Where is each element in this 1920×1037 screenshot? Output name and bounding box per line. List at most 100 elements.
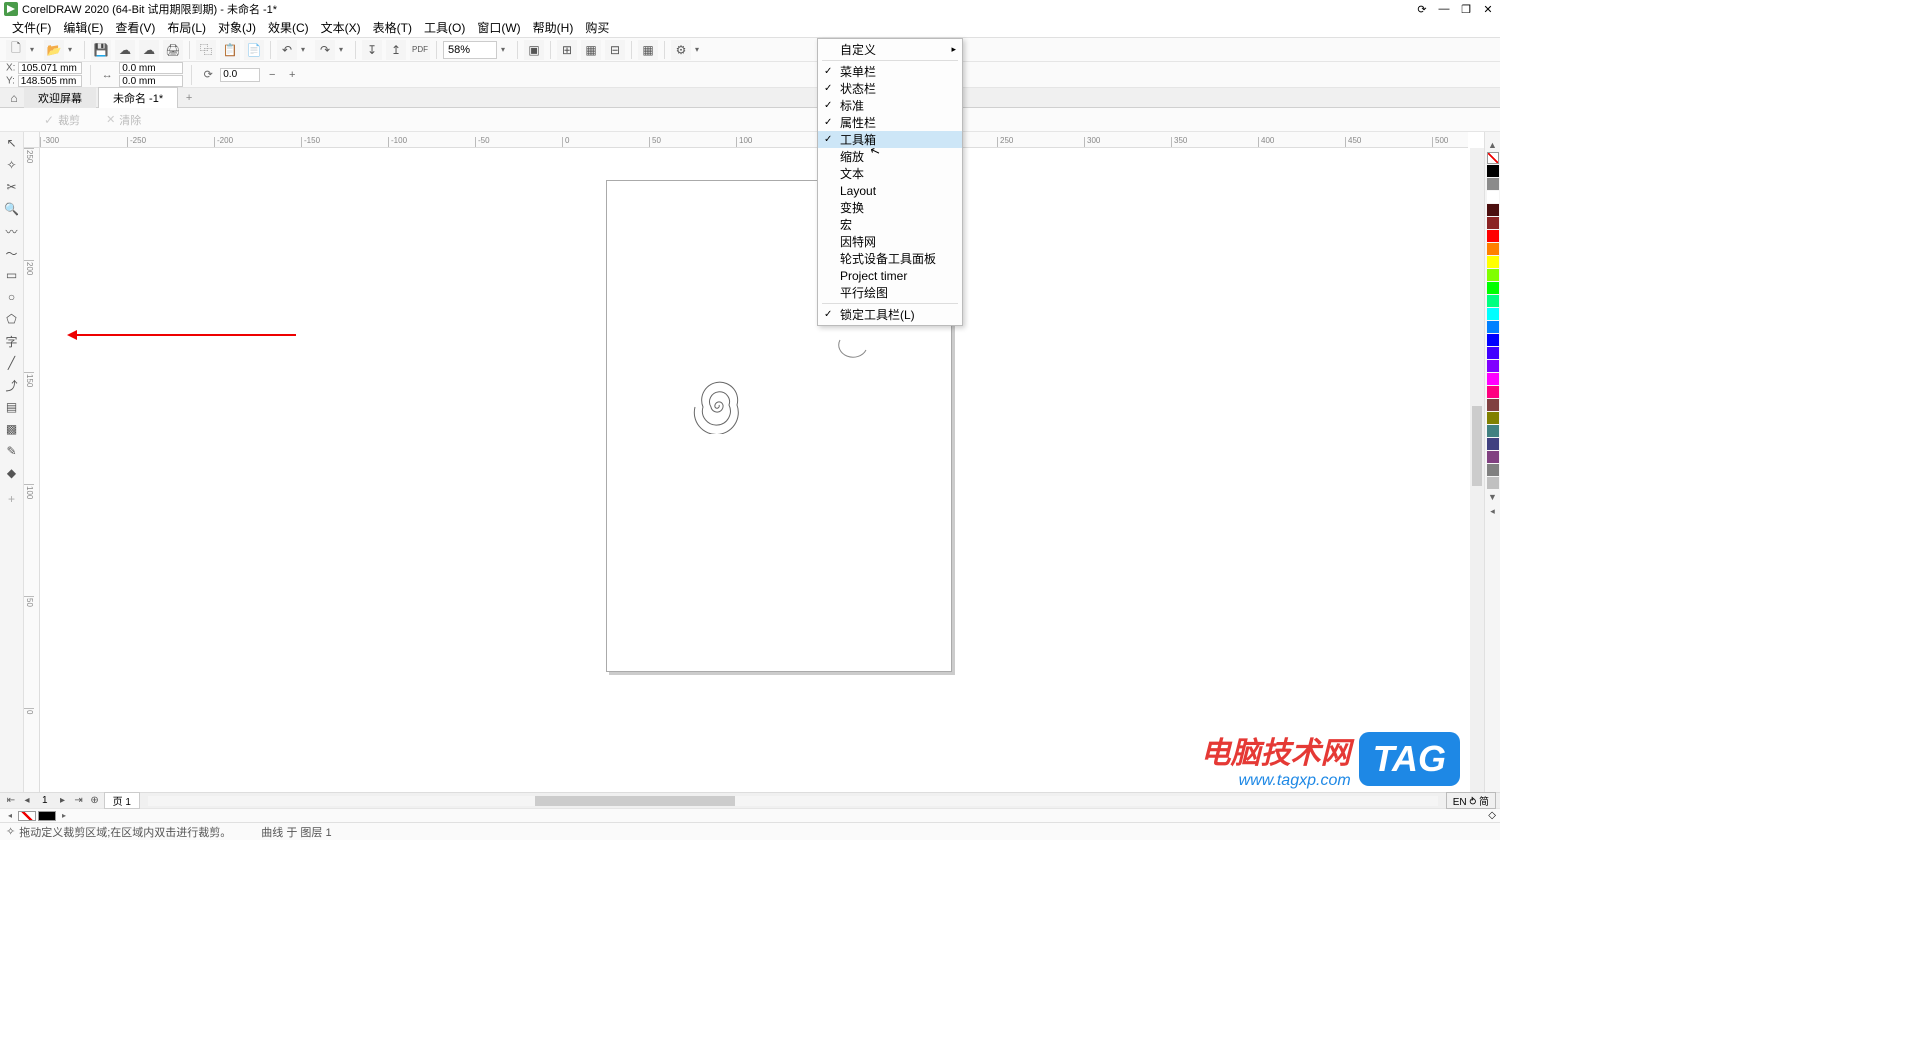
undo-dropdown[interactable]: ▾ bbox=[301, 45, 311, 54]
eyedropper-tool[interactable]: ✎ bbox=[3, 442, 21, 460]
save-button[interactable]: 💾 bbox=[91, 40, 111, 60]
menu-item-Project timer[interactable]: Project timer bbox=[818, 267, 962, 284]
prev-page-button[interactable]: ◂ bbox=[20, 795, 34, 806]
color-swatch[interactable] bbox=[1487, 464, 1499, 476]
menu-编辑E[interactable]: 编辑(E) bbox=[57, 19, 109, 36]
guides-button[interactable]: ⊟ bbox=[605, 40, 625, 60]
menu-表格T[interactable]: 表格(T) bbox=[367, 19, 418, 36]
menu-item-平行绘图[interactable]: 平行绘图 bbox=[818, 284, 962, 301]
redo-button[interactable]: ↷ bbox=[315, 40, 335, 60]
language-selector[interactable]: EN ⥁ 简 bbox=[1446, 792, 1496, 809]
scrollbar-horizontal[interactable] bbox=[148, 796, 1438, 806]
color-swatch[interactable] bbox=[1487, 165, 1499, 177]
menu-对象J[interactable]: 对象(J) bbox=[212, 19, 262, 36]
decrease-button[interactable]: − bbox=[264, 67, 280, 83]
ruler-horizontal[interactable]: -300-250-200-150-100-5005010015020025030… bbox=[40, 132, 1468, 148]
color-swatch[interactable] bbox=[1487, 256, 1499, 268]
paste-button[interactable]: 📋 bbox=[220, 40, 240, 60]
color-swatch[interactable] bbox=[1487, 282, 1499, 294]
publish-pdf-button[interactable]: PDF bbox=[410, 40, 430, 60]
menu-帮助H[interactable]: 帮助(H) bbox=[527, 19, 580, 36]
crop-tool[interactable]: ✂ bbox=[3, 178, 21, 196]
color-swatch[interactable] bbox=[1487, 217, 1499, 229]
color-swatch[interactable] bbox=[1487, 425, 1499, 437]
palette-menu-button[interactable]: ◂ bbox=[1490, 506, 1495, 517]
menu-item-缩放[interactable]: 缩放 bbox=[818, 148, 962, 165]
clear-button[interactable]: ✕清除 bbox=[98, 110, 149, 130]
drop-shadow-tool[interactable]: ▤ bbox=[3, 398, 21, 416]
import-button[interactable]: ↧ bbox=[362, 40, 382, 60]
color-swatch[interactable] bbox=[1487, 438, 1499, 450]
artistic-media-tool[interactable]: 〜 bbox=[3, 244, 21, 262]
update-icon[interactable]: ⟳ bbox=[1414, 2, 1430, 16]
height-input[interactable] bbox=[119, 75, 183, 87]
color-swatch[interactable] bbox=[1487, 295, 1499, 307]
outline-black-indicator[interactable] bbox=[38, 811, 56, 821]
increase-button[interactable]: + bbox=[284, 67, 300, 83]
fill-none-indicator[interactable] bbox=[18, 811, 36, 821]
zoom-input[interactable] bbox=[443, 41, 497, 59]
add-page-button[interactable]: ⊕ bbox=[88, 795, 102, 806]
color-swatch[interactable] bbox=[1487, 386, 1499, 398]
launch-button[interactable]: ▦ bbox=[638, 40, 658, 60]
transparency-tool[interactable]: ▩ bbox=[3, 420, 21, 438]
ellipse-tool[interactable]: ○ bbox=[3, 288, 21, 306]
scrollbar-vertical[interactable] bbox=[1470, 148, 1484, 792]
menu-item-工具箱[interactable]: ✓工具箱 bbox=[818, 131, 962, 148]
open-button[interactable]: 📂 bbox=[44, 40, 64, 60]
fullscreen-button[interactable]: ▣ bbox=[524, 40, 544, 60]
fill-indicator-icon[interactable]: ◇ bbox=[1488, 810, 1496, 821]
shape-tool[interactable]: ✧ bbox=[3, 156, 21, 174]
menu-item-Layout[interactable]: Layout bbox=[818, 182, 962, 199]
color-swatch[interactable] bbox=[1487, 373, 1499, 385]
new-button[interactable]: 🗋 bbox=[6, 40, 26, 60]
parallel-dim-tool[interactable]: ╱ bbox=[3, 354, 21, 372]
menu-item-属性栏[interactable]: ✓属性栏 bbox=[818, 114, 962, 131]
menu-查看V[interactable]: 查看(V) bbox=[109, 19, 161, 36]
menu-item-菜单栏[interactable]: ✓菜单栏 bbox=[818, 63, 962, 80]
palette-right-button[interactable]: ▸ bbox=[58, 811, 70, 820]
copy-button[interactable]: ⿻ bbox=[196, 40, 216, 60]
drawing-canvas[interactable] bbox=[40, 148, 1468, 792]
rotation-input[interactable] bbox=[220, 68, 260, 82]
tab-document[interactable]: 未命名 -1* bbox=[98, 87, 178, 108]
color-swatch[interactable] bbox=[1487, 230, 1499, 242]
polygon-tool[interactable]: ⬠ bbox=[3, 310, 21, 328]
menu-效果C[interactable]: 效果(C) bbox=[262, 19, 315, 36]
cloud-download-button[interactable]: ☁ bbox=[139, 40, 159, 60]
export-button[interactable]: ↥ bbox=[386, 40, 406, 60]
menu-文本X[interactable]: 文本(X) bbox=[315, 19, 367, 36]
color-swatch[interactable] bbox=[1487, 204, 1499, 216]
last-page-button[interactable]: ⇥ bbox=[72, 795, 86, 806]
x-input[interactable] bbox=[18, 62, 82, 74]
color-swatch[interactable] bbox=[1487, 269, 1499, 281]
snap-button[interactable]: ⊞ bbox=[557, 40, 577, 60]
page-tab[interactable]: 页 1 bbox=[104, 792, 140, 809]
redo-dropdown[interactable]: ▾ bbox=[339, 45, 349, 54]
cloud-upload-button[interactable]: ☁ bbox=[115, 40, 135, 60]
menu-item-宏[interactable]: 宏 bbox=[818, 216, 962, 233]
menu-购买[interactable]: 购买 bbox=[579, 19, 615, 36]
options-dropdown[interactable]: ▾ bbox=[695, 45, 705, 54]
color-swatch[interactable] bbox=[1487, 477, 1499, 489]
color-swatch[interactable] bbox=[1487, 243, 1499, 255]
grid-button[interactable]: ▦ bbox=[581, 40, 601, 60]
connector-tool[interactable]: ⤴ bbox=[3, 376, 21, 394]
color-swatch[interactable] bbox=[1487, 334, 1499, 346]
restore-button[interactable]: ❐ bbox=[1458, 2, 1474, 16]
new-dropdown[interactable]: ▾ bbox=[30, 45, 40, 54]
next-page-button[interactable]: ▸ bbox=[56, 795, 70, 806]
menu-item-状态栏[interactable]: ✓状态栏 bbox=[818, 80, 962, 97]
tab-welcome[interactable]: 欢迎屏幕 bbox=[24, 88, 96, 108]
menu-布局L[interactable]: 布局(L) bbox=[161, 19, 212, 36]
freehand-tool[interactable]: 〰 bbox=[3, 222, 21, 240]
color-swatch[interactable] bbox=[1487, 178, 1499, 190]
options-button[interactable]: ⚙ bbox=[671, 40, 691, 60]
menu-工具O[interactable]: 工具(O) bbox=[418, 19, 471, 36]
home-icon[interactable]: ⌂ bbox=[4, 91, 24, 105]
color-swatch[interactable] bbox=[1487, 308, 1499, 320]
add-tool-button[interactable]: + bbox=[3, 490, 21, 508]
menu-lock-toolbars[interactable]: ✓ 锁定工具栏(L) bbox=[818, 306, 962, 323]
first-page-button[interactable]: ⇤ bbox=[4, 795, 18, 806]
color-swatch[interactable] bbox=[1487, 191, 1499, 203]
